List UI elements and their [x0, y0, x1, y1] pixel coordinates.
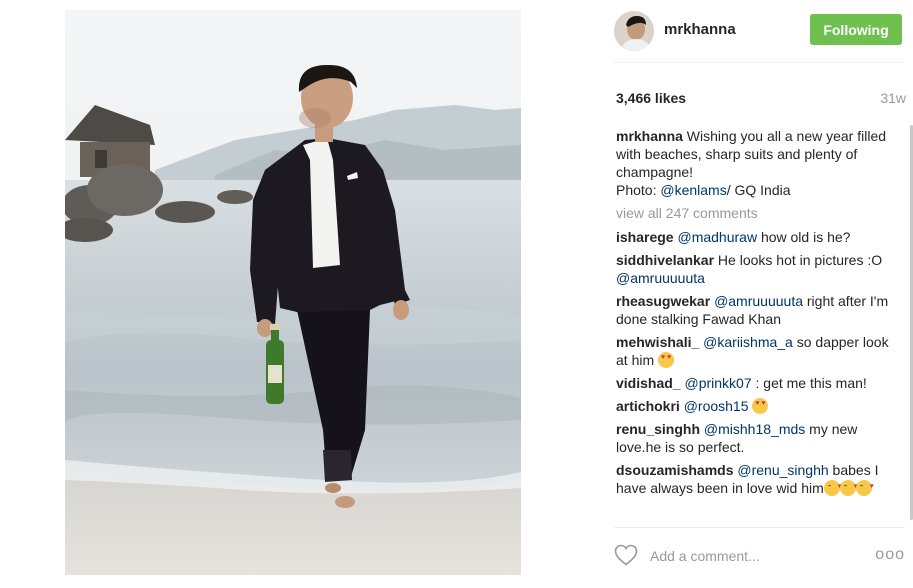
comments-list: mrkhanna Wishing you all a new year fill…: [616, 127, 904, 502]
comment-text: He looks hot in pictures :O: [714, 252, 883, 268]
add-comment-input[interactable]: [650, 545, 860, 567]
comment-username[interactable]: renu_singhh: [616, 421, 700, 437]
comment-username[interactable]: siddhivelankar: [616, 252, 714, 268]
comment-item: artichokri @roosh15: [616, 397, 904, 415]
comment-mention[interactable]: @amruuuuuta: [616, 270, 705, 286]
comment-item: mehwishali_ @kariishma_a so dapper look …: [616, 333, 904, 369]
more-options-icon[interactable]: ooo: [875, 546, 905, 564]
post-header: mrkhanna Following: [600, 0, 913, 62]
comment-username[interactable]: vidishad_: [616, 375, 681, 391]
footer-divider: [614, 527, 905, 528]
post-age[interactable]: 31w: [880, 90, 906, 106]
comment-item: dsouzamishamds @renu_singhh babes I have…: [616, 461, 904, 497]
comment-username[interactable]: mehwishali_: [616, 334, 699, 350]
header-divider: [614, 62, 905, 63]
comment-mention[interactable]: @amruuuuuta: [714, 293, 803, 309]
comment-item: siddhivelankar He looks hot in pictures …: [616, 251, 904, 287]
caption-credit-suffix: / GQ India: [726, 182, 791, 198]
kiss-emoji-icon: [855, 478, 874, 496]
following-button[interactable]: Following: [810, 14, 902, 45]
comment-mention[interactable]: @mishh18_mds: [704, 421, 805, 437]
kiss-emoji-icon: [823, 478, 842, 496]
comment-mention[interactable]: @roosh15: [684, 398, 749, 414]
avatar[interactable]: [614, 11, 654, 51]
post-photo[interactable]: [65, 10, 521, 575]
post-photo-image: [65, 10, 521, 575]
post-side-panel: mrkhanna Following 3,466 likes 31w mrkha…: [600, 0, 913, 588]
post-caption: mrkhanna Wishing you all a new year fill…: [616, 127, 904, 199]
kiss-emoji-icon: [839, 478, 858, 496]
comment-mention[interactable]: @kariishma_a: [703, 334, 793, 350]
comment-item: rheasugwekar @amruuuuuta right after I'm…: [616, 292, 904, 328]
comment-username[interactable]: artichokri: [616, 398, 680, 414]
caption-username[interactable]: mrkhanna: [616, 128, 683, 144]
heart-eyes-emoji-icon: [752, 398, 769, 414]
comment-text: : get me this man!: [751, 375, 867, 391]
comment-mention[interactable]: @prinkk07: [684, 375, 751, 391]
comment-item: isharege @madhuraw how old is he?: [616, 228, 904, 246]
comment-mention[interactable]: @madhuraw: [677, 229, 757, 245]
like-count[interactable]: 3,466 likes: [616, 90, 686, 106]
heart-eyes-emoji-icon: [658, 352, 675, 368]
heart-outline-icon[interactable]: [614, 544, 638, 566]
comment-username[interactable]: isharege: [616, 229, 674, 245]
caption-photo-credit-label: Photo:: [616, 182, 661, 198]
comment-mention[interactable]: @renu_singhh: [737, 462, 828, 478]
post-meta: 3,466 likes 31w: [616, 90, 906, 110]
post-actions: ooo: [614, 537, 905, 577]
caption-mention[interactable]: @kenlams: [660, 182, 726, 198]
comment-text: how old is he?: [757, 229, 851, 245]
comment-username[interactable]: dsouzamishamds: [616, 462, 733, 478]
view-all-comments-link[interactable]: view all 247 comments: [616, 204, 904, 222]
post-author-username[interactable]: mrkhanna: [664, 21, 736, 38]
avatar-image: [614, 11, 654, 51]
comment-username[interactable]: rheasugwekar: [616, 293, 710, 309]
comment-item: renu_singhh @mishh18_mds my new love.he …: [616, 420, 904, 456]
post-media-area: [0, 0, 600, 588]
comment-item: vidishad_ @prinkk07 : get me this man!: [616, 374, 904, 392]
